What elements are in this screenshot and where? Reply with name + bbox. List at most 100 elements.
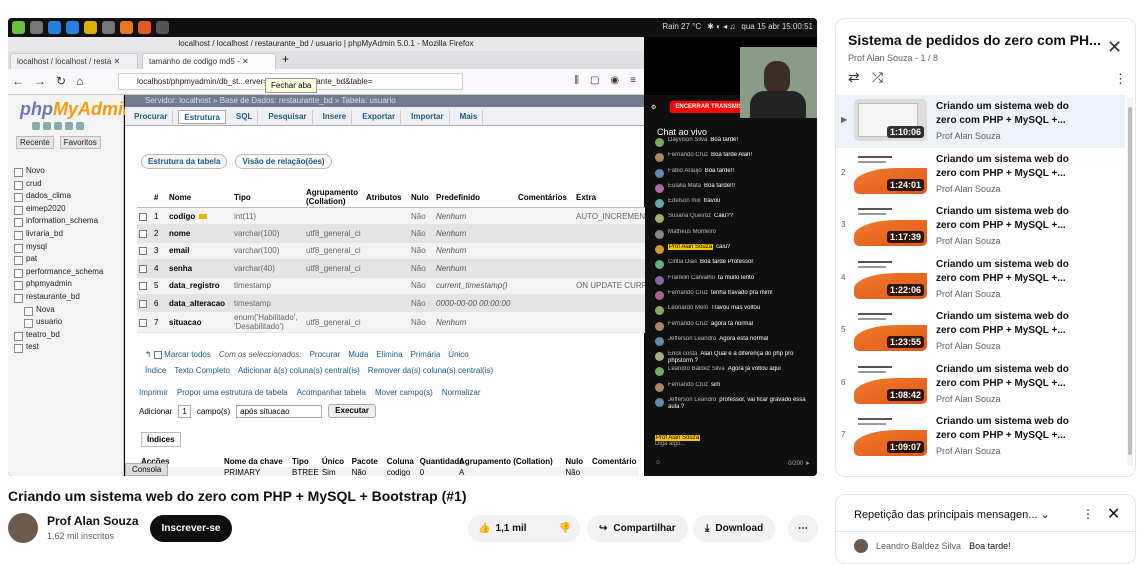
tree-item[interactable]: livraria_bd: [12, 228, 120, 241]
add-position-select[interactable]: após situacao: [236, 404, 323, 418]
row-checkbox[interactable]: [137, 259, 152, 278]
playlist-item-title[interactable]: Criando um sistema web do zero com PHP +…: [936, 310, 1086, 338]
library-icon[interactable]: ⫼: [574, 75, 579, 86]
tree-item[interactable]: performance_schema: [12, 266, 120, 279]
video-thumbnail[interactable]: 1:22:06: [854, 256, 927, 299]
video-thumbnail[interactable]: 1:10:06: [854, 99, 927, 141]
shuffle-icon[interactable]: ⤮: [872, 69, 883, 86]
tree-subitem[interactable]: Nova: [12, 304, 120, 317]
tree-item[interactable]: dados_clima: [12, 190, 120, 203]
video-thumbnail[interactable]: 1:24:01: [854, 151, 927, 194]
playlist-item[interactable]: ▶ 1:10:06 Criando um sistema web do zero c…: [836, 95, 1125, 148]
home-icon[interactable]: ⌂: [76, 74, 83, 88]
tree-item[interactable]: phpmyadmin: [12, 278, 120, 291]
like-button[interactable]: 👍 1,1 mil: [468, 515, 537, 542]
tree-item[interactable]: Novo: [12, 165, 120, 178]
playlist-item-title[interactable]: Criando um sistema web do zero com PHP +…: [936, 258, 1086, 286]
pma-menu-item[interactable]: Insere: [318, 110, 353, 124]
channel-avatar[interactable]: [8, 513, 38, 543]
playlist-item-title[interactable]: Criando um sistema web do zero com PHP +…: [936, 153, 1086, 181]
execute-button[interactable]: Executar: [328, 404, 376, 418]
pma-menu-item[interactable]: SQL: [231, 110, 259, 124]
pma-menu-item[interactable]: Mais: [455, 110, 484, 124]
playlist-item[interactable]: 3 1:17:39 Criando um sistema web do zero c…: [836, 200, 1125, 253]
reload-icon[interactable]: ↻: [56, 74, 66, 88]
playlist-item[interactable]: 6 1:08:42 Criando um sistema web do zero c…: [836, 358, 1125, 411]
gear-icon[interactable]: ⚙: [651, 104, 656, 111]
tree-subitem[interactable]: usuario: [12, 316, 120, 329]
emoji-icon[interactable]: ☺: [655, 460, 661, 467]
tree-item[interactable]: test: [12, 341, 120, 354]
new-tab-button[interactable]: +: [282, 52, 289, 66]
close-icon[interactable]: ✕: [1107, 504, 1120, 524]
pma-menu-item[interactable]: Procurar: [129, 110, 174, 124]
tree-item[interactable]: restaurante_bd: [12, 291, 120, 304]
forward-icon[interactable]: →: [34, 74, 46, 88]
track-table-link[interactable]: Acompanhar tabela: [297, 388, 366, 397]
tree-item[interactable]: mysql: [12, 241, 120, 254]
pma-menu-item[interactable]: Pesquisar: [263, 110, 313, 124]
tree-item[interactable]: crud: [12, 178, 120, 191]
video-thumbnail[interactable]: 1:17:39: [854, 204, 927, 246]
row-checkbox[interactable]: [137, 207, 152, 226]
propose-structure-link[interactable]: Propor uma estrutura de tabela: [177, 388, 288, 397]
structure-subtab[interactable]: Estrutura da tabela: [141, 154, 228, 169]
extension-icon[interactable]: ◉: [610, 75, 619, 86]
recent-tab[interactable]: Recente: [16, 136, 54, 149]
more-actions-button[interactable]: ⋯: [788, 515, 818, 542]
playlist-item[interactable]: 4 1:22:06 Criando um sistema web do zero c…: [836, 253, 1125, 306]
add-count-input[interactable]: 1: [178, 404, 191, 418]
playlist-item[interactable]: 2 1:24:01 Criando um sistema web do zero c…: [836, 148, 1125, 201]
video-thumbnail[interactable]: 1:08:42: [854, 361, 927, 404]
menu-icon[interactable]: ≡: [630, 75, 636, 86]
video-thumbnail[interactable]: 1:09:07: [854, 414, 927, 456]
tree-item[interactable]: eimep2020: [12, 203, 120, 216]
row-checkbox[interactable]: [137, 242, 152, 261]
video-player[interactable]: Rain 27 °C ✱ ◐ ◂ ♫ qua 15 abr 15:00:51 l…: [8, 18, 817, 476]
playlist-item-title[interactable]: Criando um sistema web do zero com PHP +…: [936, 415, 1086, 443]
normalize-link[interactable]: Normalizar: [442, 388, 481, 397]
reader-icon[interactable]: ▢: [590, 75, 599, 86]
video-thumbnail[interactable]: 1:23:55: [854, 309, 927, 351]
tree-item[interactable]: pat: [12, 253, 120, 266]
playlist-item-title[interactable]: Criando um sistema web do zero com PHP +…: [936, 100, 1086, 128]
playlist-item-title[interactable]: Criando um sistema web do zero com PHP +…: [936, 363, 1086, 391]
console-toggle[interactable]: Consola: [125, 463, 169, 476]
chat-input[interactable]: Prof Alan Souza Diga algo...: [655, 435, 810, 447]
loop-icon[interactable]: ⇄: [848, 69, 860, 86]
bulk-browse[interactable]: Procurar: [310, 350, 341, 359]
browser-tab-2[interactable]: tamanho de codigo md5 - ✕: [142, 53, 276, 69]
bulk-index[interactable]: Índice: [145, 366, 166, 375]
send-icon[interactable]: ➤: [805, 461, 810, 467]
bulk-remove-central[interactable]: Remover da(s) coluna(s) central(is): [368, 366, 493, 375]
playlist-scrollbar[interactable]: [1127, 97, 1133, 465]
pma-menu-item[interactable]: Importar: [406, 110, 450, 124]
download-button[interactable]: ⤓ Download: [693, 515, 776, 542]
check-all-link[interactable]: ↰ Marcar todos: [145, 350, 211, 359]
back-icon[interactable]: ←: [12, 74, 24, 88]
pma-menu-item[interactable]: Exportar: [357, 110, 402, 124]
row-checkbox[interactable]: [137, 224, 152, 243]
bulk-fulltext[interactable]: Texto Completo: [174, 366, 230, 375]
dislike-button[interactable]: 👎: [549, 515, 581, 542]
playlist-item-title[interactable]: Criando um sistema web do zero com PHP +…: [936, 205, 1086, 233]
close-icon[interactable]: ✕: [1107, 37, 1122, 58]
subscribe-button[interactable]: Inscrever-se: [150, 515, 232, 542]
row-checkbox[interactable]: [137, 294, 152, 313]
move-columns-link[interactable]: Mover campo(s): [375, 388, 433, 397]
playlist-title[interactable]: Sistema de pedidos do zero com PH...: [848, 32, 1103, 48]
browser-tab-1[interactable]: localhost / localhost / resta ✕: [10, 53, 138, 69]
bulk-primary[interactable]: Primária: [411, 350, 441, 359]
channel-name[interactable]: Prof Alan Souza: [47, 514, 139, 528]
tree-item[interactable]: teatro_bd: [12, 329, 120, 342]
indices-title[interactable]: Índices: [141, 432, 181, 447]
chat-replay-title[interactable]: Repetição das principais mensagen... ⌄: [854, 508, 1050, 521]
relation-subtab[interactable]: Visão de relação(ões): [235, 154, 332, 169]
bulk-unique[interactable]: Único: [448, 350, 468, 359]
playlist-item[interactable]: 7 1:09:07 Criando um sistema web do zero c…: [836, 410, 1125, 463]
row-checkbox[interactable]: [137, 311, 152, 334]
row-checkbox[interactable]: [137, 277, 152, 295]
tree-item[interactable]: information_schema: [12, 215, 120, 228]
playlist-item[interactable]: 5 1:23:55 Criando um sistema web do zero c…: [836, 305, 1125, 358]
more-vertical-icon[interactable]: ⋮: [1082, 507, 1094, 521]
